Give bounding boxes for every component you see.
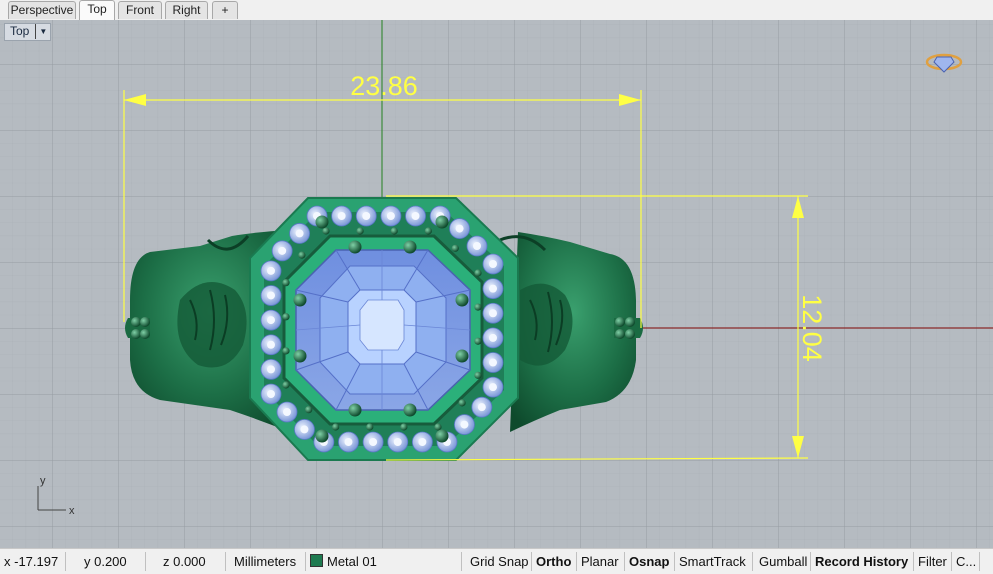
diamond-table	[489, 383, 497, 392]
diamond-table	[477, 403, 486, 412]
prong-bead	[356, 227, 364, 235]
prong-bead	[455, 293, 469, 307]
layer-field[interactable]: Metal 01	[306, 552, 462, 571]
prong-bead	[366, 423, 374, 431]
tab-perspective[interactable]: Perspective	[8, 1, 76, 19]
prong-bead	[293, 349, 307, 363]
diamond-table	[489, 358, 497, 367]
diamond-table	[489, 309, 497, 318]
top-viewport[interactable]: 23.86 12.04 y x Top ▼	[0, 20, 993, 548]
tab-right[interactable]: Right	[165, 1, 208, 19]
prong-bead	[403, 403, 417, 417]
prong-bead	[332, 423, 340, 431]
diamond-table	[344, 438, 353, 446]
diamond-table	[460, 420, 469, 429]
prong-bead	[315, 429, 329, 443]
tab-front[interactable]: Front	[118, 1, 162, 19]
prong-bead	[424, 227, 432, 235]
gumball-button[interactable]: Gumball	[753, 552, 811, 571]
status-bar: x -17.197 y 0.200 z 0.000 Millimeters Me…	[0, 548, 993, 574]
diamond-table	[489, 333, 497, 342]
prong-bead	[322, 227, 330, 235]
filter-button[interactable]: Filter	[914, 552, 952, 571]
prong-bead	[315, 215, 329, 229]
tab-top[interactable]: Top	[79, 0, 115, 20]
diamond-table	[267, 266, 275, 275]
prong-bead	[282, 313, 290, 321]
add-tab-button[interactable]: +	[212, 1, 238, 19]
prong-bead	[400, 423, 408, 431]
diamond-table	[267, 365, 275, 374]
smarttrack-button[interactable]: SmartTrack	[675, 552, 753, 571]
diamond-table	[267, 340, 275, 349]
prong-bead	[435, 215, 449, 229]
prong-bead	[293, 293, 307, 307]
viewport-title: Top	[10, 24, 30, 38]
diamond-table	[300, 425, 309, 434]
units-field[interactable]: Millimeters	[226, 552, 306, 571]
layer-color-swatch	[310, 554, 323, 567]
prong-bead	[474, 269, 482, 277]
diamond-table	[489, 284, 497, 293]
prong-bead	[282, 279, 290, 287]
diamond-table	[386, 212, 395, 220]
axis-x-label: x	[69, 505, 75, 517]
diamond-table	[393, 438, 402, 446]
coord-y: y 0.200	[66, 552, 146, 571]
prong-bead	[434, 423, 442, 431]
grid-snap-button[interactable]: Grid Snap	[462, 552, 532, 571]
prong-bead	[298, 251, 306, 259]
prong-bead	[282, 381, 290, 389]
diamond-table	[489, 260, 497, 268]
prong-bead	[474, 337, 482, 345]
prong-bead	[455, 349, 469, 363]
layer-name: Metal 01	[327, 554, 377, 569]
prong-bead	[474, 303, 482, 311]
planar-button[interactable]: Planar	[577, 552, 625, 571]
ortho-button[interactable]: Ortho	[532, 552, 577, 571]
dropdown-arrow-icon[interactable]: ▼	[35, 24, 47, 39]
prong-bead	[348, 240, 362, 254]
coord-z: z 0.000	[146, 552, 226, 571]
viewport-title-menu[interactable]: Top ▼	[4, 23, 52, 41]
diamond-table	[411, 212, 420, 220]
prong-bead	[474, 371, 482, 379]
prong-bead	[403, 240, 417, 254]
diamond-table	[295, 229, 304, 238]
dimension-horizontal-value: 23.86	[350, 71, 418, 101]
viewport-tab-bar: Perspective Top Front Right +	[0, 0, 993, 21]
center-gemstone[interactable]	[295, 249, 471, 411]
prong-bead	[282, 347, 290, 355]
coord-x: x -17.197	[0, 552, 66, 571]
prong-bead	[458, 399, 466, 407]
diamond-table	[278, 246, 287, 255]
prong-bead	[305, 406, 313, 414]
prong-bead	[451, 244, 459, 252]
diamond-table	[267, 291, 275, 300]
cplane-button[interactable]: C...	[952, 552, 980, 571]
viewport-canvas[interactable]: 23.86 12.04 y x	[0, 20, 993, 548]
diamond-table	[369, 438, 378, 446]
prong-bead	[435, 429, 449, 443]
diamond-table	[267, 316, 275, 325]
diamond-table	[472, 241, 481, 250]
diamond-table	[283, 408, 292, 417]
diamond-table	[362, 212, 371, 220]
diamond-table	[337, 212, 346, 220]
diamond-table	[267, 390, 275, 398]
record-history-button[interactable]: Record History	[811, 552, 914, 571]
axis-y-label: y	[40, 475, 46, 487]
diamond-table	[418, 438, 427, 446]
dimension-vertical-value: 12.04	[797, 294, 827, 362]
prong-bead	[348, 403, 362, 417]
prong-bead	[390, 227, 398, 235]
diamond-table	[455, 224, 464, 233]
osnap-button[interactable]: Osnap	[625, 552, 675, 571]
